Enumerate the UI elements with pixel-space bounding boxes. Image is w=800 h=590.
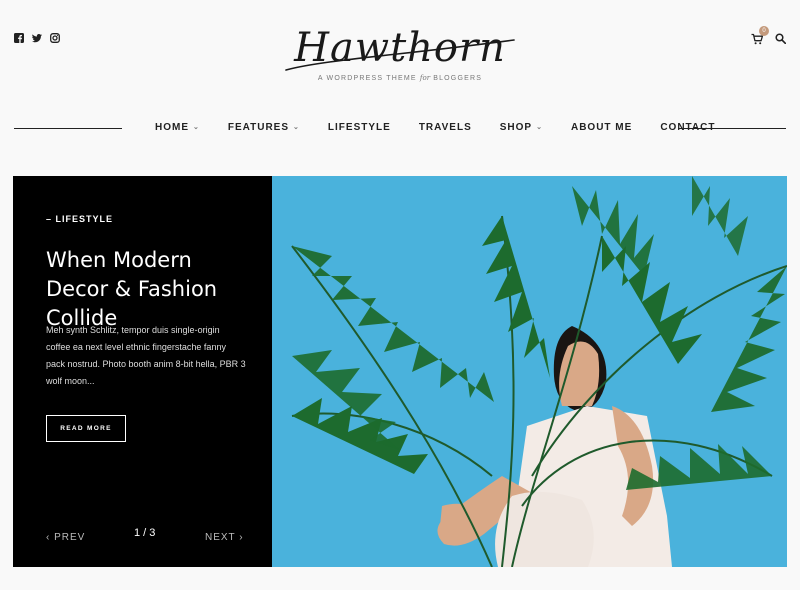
slide-category[interactable]: – LIFESTYLE xyxy=(46,214,113,224)
nav-item-lifestyle[interactable]: LIFESTYLE xyxy=(328,121,391,135)
slide-photo[interactable] xyxy=(272,176,787,567)
read-more-button[interactable]: READ MORE xyxy=(46,415,126,442)
slide-excerpt: Meh synth Schlitz, tempor duis single-or… xyxy=(46,325,246,386)
chevron-down-icon: ⌄ xyxy=(193,124,200,131)
slide-text-panel: – LIFESTYLE When Modern Decor & Fashion … xyxy=(13,176,272,567)
nav-label: LIFESTYLE xyxy=(327,122,391,133)
nav-item-home[interactable]: HOME ⌄ xyxy=(155,121,200,135)
nav-label: FEATURES xyxy=(227,122,290,133)
nav-label: SHOP xyxy=(499,122,533,133)
nav-label: ABOUT ME xyxy=(570,122,633,133)
logo-swash-icon xyxy=(285,39,515,71)
slide-counter: 1 / 3 xyxy=(134,527,156,539)
next-slide-button[interactable]: NEXT › xyxy=(205,532,244,543)
nav-label: TRAVELS xyxy=(418,122,472,133)
chevron-down-icon: ⌄ xyxy=(293,124,300,131)
prev-slide-button[interactable]: ‹ PREV xyxy=(46,532,85,543)
nav-item-contact[interactable]: CONTACT xyxy=(660,121,715,135)
nav-item-travels[interactable]: TRAVELS xyxy=(419,121,472,135)
chevron-down-icon: ⌄ xyxy=(536,124,543,131)
slide-title[interactable]: When Modern Decor & Fashion Collide xyxy=(46,246,246,333)
cart-button[interactable]: 0 xyxy=(751,26,769,45)
header-actions: 0 xyxy=(751,26,786,45)
nav-label: HOME xyxy=(155,122,189,133)
nav-divider-left xyxy=(14,128,122,129)
featured-slider: – LIFESTYLE When Modern Decor & Fashion … xyxy=(13,176,787,567)
nav-item-features[interactable]: FEATURES ⌄ xyxy=(228,121,300,135)
cart-count-badge: 0 xyxy=(759,26,769,36)
nav-label: CONTACT xyxy=(660,122,716,133)
search-icon[interactable] xyxy=(775,32,786,44)
nav-item-shop[interactable]: SHOP ⌄ xyxy=(500,121,543,135)
nav-item-about-me[interactable]: ABOUT ME xyxy=(571,121,632,135)
main-nav: HOME ⌄ FEATURES ⌄ LIFESTYLE TRAVELS SHOP… xyxy=(141,121,729,135)
palm-woman-image xyxy=(272,176,787,567)
